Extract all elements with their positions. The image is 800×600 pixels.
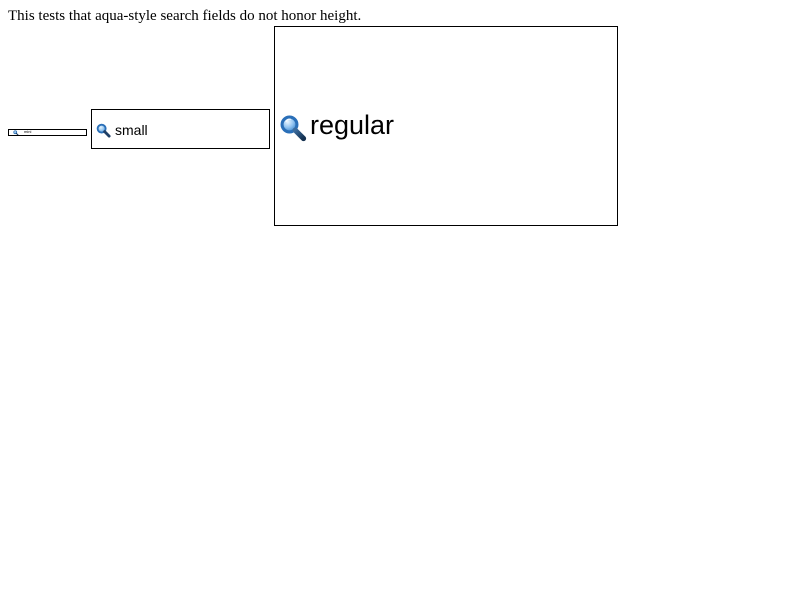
search-input-regular[interactable]: regular	[274, 26, 618, 226]
search-input-mini[interactable]: mini	[8, 129, 87, 136]
search-input-mini-value: mini	[24, 129, 32, 134]
magnifier-icon	[96, 123, 111, 138]
search-input-small-value: small	[115, 122, 148, 138]
search-input-small[interactable]: small	[91, 109, 270, 149]
magnifier-icon	[279, 114, 307, 142]
search-input-regular-value: regular	[310, 110, 395, 140]
page-description: This tests that aqua-style search fields…	[8, 8, 362, 24]
magnifier-icon	[13, 130, 19, 135]
